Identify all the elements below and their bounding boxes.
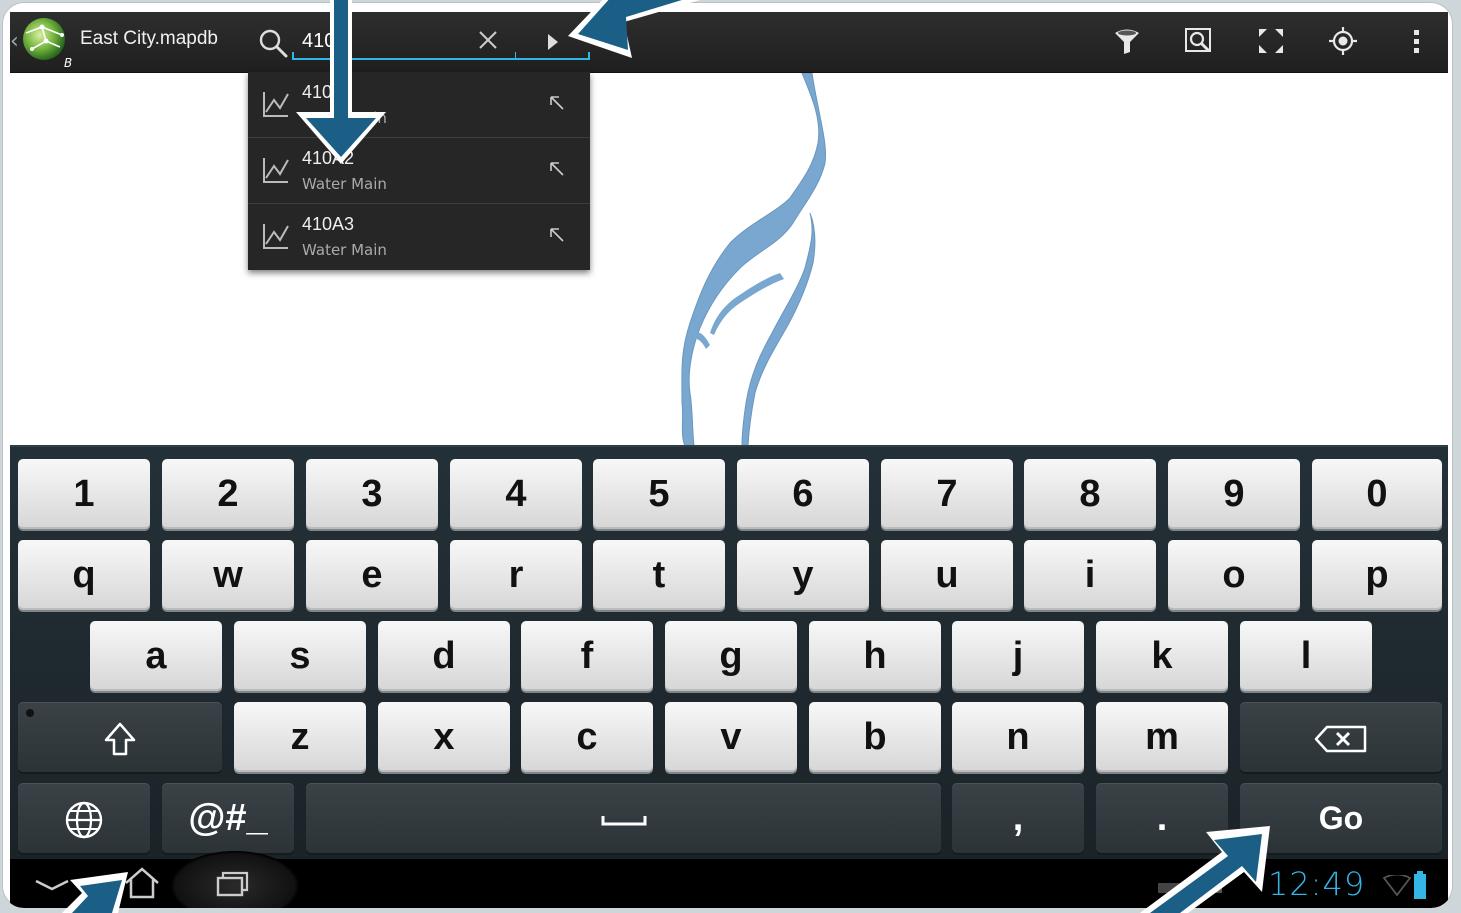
annotation-arrow-nav (62, 872, 128, 913)
annotation-arrows (62, 0, 1270, 913)
annotation-arrow-down (296, 0, 386, 164)
annotation-arrow-go-button (568, 0, 700, 58)
annotation-arrow-go-key (1140, 826, 1270, 913)
